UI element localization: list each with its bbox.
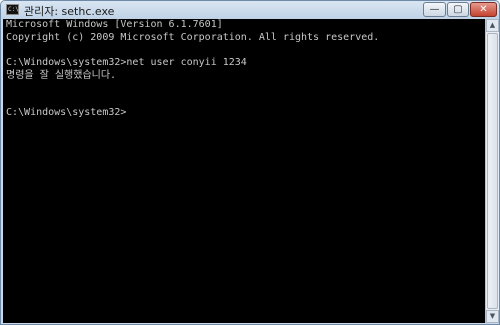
scroll-down-arrow-icon[interactable]: ▼ — [486, 310, 499, 323]
maximize-button[interactable]: ▢ — [447, 2, 469, 17]
console-line-command: C:\Windows\system32>net user conyii 1234 — [6, 57, 247, 68]
console-window: C:\ 관리자: sethc.exe — ▢ ✕ Microsoft Windo… — [0, 0, 500, 325]
console-line-copyright: Copyright (c) 2009 Microsoft Corporation… — [6, 32, 380, 43]
vertical-scrollbar[interactable]: ▲ ▼ — [485, 19, 499, 323]
console-line-result: 명령을 잘 실행했습니다. — [6, 70, 117, 81]
scroll-up-arrow-icon[interactable]: ▲ — [486, 19, 499, 32]
scrollbar-thumb[interactable] — [487, 33, 498, 309]
title-bar[interactable]: C:\ 관리자: sethc.exe — ▢ ✕ — [1, 1, 499, 19]
console-line-version: Microsoft Windows [Version 6.1.7601] — [6, 19, 223, 30]
console-output[interactable]: Microsoft Windows [Version 6.1.7601] Cop… — [3, 19, 485, 323]
window-title: 관리자: sethc.exe — [24, 5, 115, 18]
console-prompt[interactable]: C:\Windows\system32> — [6, 107, 126, 119]
cmd-icon[interactable]: C:\ — [6, 4, 19, 15]
close-button[interactable]: ✕ — [470, 2, 497, 17]
minimize-button[interactable]: — — [423, 2, 446, 17]
